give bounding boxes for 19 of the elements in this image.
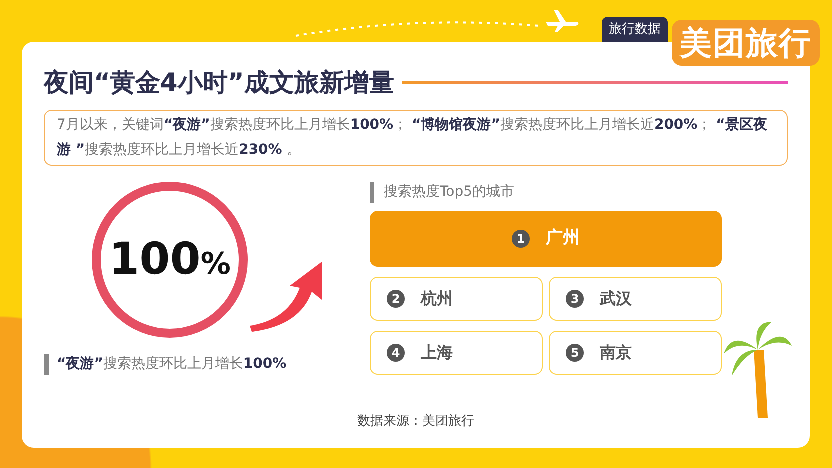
- source-note: 数据来源：美团旅行: [356, 412, 476, 430]
- data-tag: 旅行数据: [602, 16, 668, 42]
- city-name: 上海: [421, 342, 453, 364]
- brand-logo: 美团旅行: [672, 20, 820, 66]
- page-title: 夜间“黄金4小时”成文旅新增量: [44, 67, 394, 99]
- city-name: 广州: [546, 226, 580, 250]
- rank-number: 4: [387, 344, 405, 362]
- airplane-icon: [544, 8, 580, 32]
- percent-ring: 100%: [92, 182, 248, 338]
- city-name: 杭州: [421, 288, 453, 310]
- rank-number: 3: [566, 290, 584, 308]
- rank-number: 1: [512, 230, 530, 248]
- summary-text: 7月以来，关键词“夜游”搜索热度环比上月增长100%； “博物馆夜游”搜索热度环比上月增长近200%； “景区夜游 ”搜索热度环比上月增长近230% 。: [44, 110, 788, 166]
- rank-number: 2: [387, 290, 405, 308]
- ranking-heading: 搜索热度Top5的城市: [370, 182, 722, 202]
- city-name: 南京: [600, 342, 632, 364]
- caption-text: “夜游”搜索热度环比上月增长100%: [44, 354, 287, 374]
- rank-number: 5: [566, 344, 584, 362]
- city-name: 武汉: [600, 288, 632, 310]
